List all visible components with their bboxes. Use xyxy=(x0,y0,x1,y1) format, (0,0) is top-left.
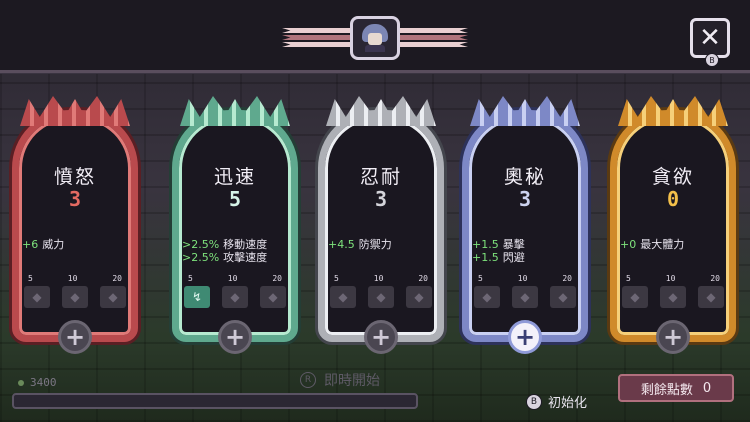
close-button-hint: B xyxy=(705,53,719,67)
r-button-hint-icon: R xyxy=(300,372,316,388)
remaining-points-label: 剩餘點數 xyxy=(640,382,693,398)
add-point-button[interactable]: + xyxy=(58,320,92,354)
card-anger: 憤怒 3 +6 威力 5 10 20 ◆ ◆ ◆ + xyxy=(6,92,144,354)
card-title: 奧秘 xyxy=(503,166,546,188)
add-point-button[interactable]: + xyxy=(218,320,252,354)
card-bonus-list: +0 最大體力 xyxy=(620,238,736,251)
card-crown-decoration xyxy=(470,96,580,126)
remaining-points: 剩餘點數 0 xyxy=(618,374,734,402)
card-level: 3 xyxy=(374,187,388,211)
banner-right-decoration xyxy=(398,22,468,52)
banner-left-decoration xyxy=(282,22,352,52)
bonus-row: +6 威力 xyxy=(22,238,65,251)
locked-skill-icon: ◆ xyxy=(62,286,88,308)
locked-skill-icon: ◆ xyxy=(260,286,286,308)
instant-start-label: 即時開始 xyxy=(324,373,380,389)
milestone-slots: ◆ ◆ ◆ xyxy=(474,286,576,308)
add-point-button[interactable]: + xyxy=(364,320,398,354)
bonus-row: +4.5 防禦力 xyxy=(328,238,392,251)
close-icon: ✕ xyxy=(699,23,721,53)
plus-icon: + xyxy=(370,323,392,351)
unlocked-skill-icon: ↯ xyxy=(184,286,210,308)
card-bonus-list: +6 威力 xyxy=(22,238,138,251)
locked-skill-icon: ◆ xyxy=(406,286,432,308)
locked-skill-icon: ◆ xyxy=(222,286,248,308)
locked-skill-icon: ◆ xyxy=(698,286,724,308)
plus-icon: + xyxy=(514,323,536,351)
milestone-ticks: 5 10 20 xyxy=(188,274,282,283)
card-level: 5 xyxy=(228,187,242,211)
card-greed: 貪欲 0 +0 最大體力 5 10 20 ◆ ◆ ◆ + xyxy=(604,92,742,354)
bonus-row: +1.5 閃避 xyxy=(472,251,525,264)
card-bonus-list: >2.5% 移動速度 >2.5% 攻擊速度 xyxy=(182,238,298,264)
card-swift: 迅速 5 >2.5% 移動速度 >2.5% 攻擊速度 5 10 20 ↯ ◆ ◆ + xyxy=(166,92,304,354)
plus-icon: + xyxy=(224,323,246,351)
locked-skill-icon: ◆ xyxy=(100,286,126,308)
card-crown-decoration xyxy=(180,96,290,126)
add-point-button[interactable]: + xyxy=(656,320,690,354)
milestone-slots: ↯ ◆ ◆ xyxy=(184,286,286,308)
b-button-hint-icon: B xyxy=(526,393,542,410)
locked-skill-icon: ◆ xyxy=(622,286,648,308)
locked-skill-icon: ◆ xyxy=(368,286,394,308)
locked-skill-icon: ◆ xyxy=(512,286,538,308)
milestone-ticks: 5 10 20 xyxy=(626,274,720,283)
instant-start-button[interactable]: R 即時開始 xyxy=(300,370,380,390)
milestone-ticks: 5 10 20 xyxy=(334,274,428,283)
locked-skill-icon: ◆ xyxy=(660,286,686,308)
locked-skill-icon: ◆ xyxy=(474,286,500,308)
card-level: 3 xyxy=(68,187,82,211)
card-arcane: 奧秘 3 +1.5 暴擊 +1.5 閃避 5 10 20 ◆ ◆ ◆ + xyxy=(456,92,594,354)
milestone-ticks: 5 10 20 xyxy=(28,274,122,283)
remaining-points-value: 0 xyxy=(702,380,712,396)
card-bonus-list: +4.5 防禦力 xyxy=(328,238,444,251)
card-title: 憤怒 xyxy=(53,166,96,188)
progress-bar xyxy=(12,393,418,409)
card-crown-decoration xyxy=(326,96,436,126)
character-portrait-icon xyxy=(350,16,400,60)
card-title: 迅速 xyxy=(213,166,256,188)
bonus-row: +0 最大體力 xyxy=(620,238,685,251)
milestone-slots: ◆ ◆ ◆ xyxy=(24,286,126,308)
card-bonus-list: +1.5 暴擊 +1.5 閃避 xyxy=(472,238,588,264)
add-point-button[interactable]: + xyxy=(508,320,542,354)
plus-icon: + xyxy=(64,323,86,351)
reset-button[interactable]: B 初始化 xyxy=(526,392,587,411)
milestone-slots: ◆ ◆ ◆ xyxy=(622,286,724,308)
gold-count: 3400 xyxy=(18,376,57,389)
gold-icon xyxy=(18,379,24,386)
card-level: 0 xyxy=(666,187,680,211)
locked-skill-icon: ◆ xyxy=(330,286,356,308)
plus-icon: + xyxy=(662,323,684,351)
bonus-row: +1.5 暴擊 xyxy=(472,238,525,251)
close-button[interactable]: ✕ xyxy=(690,18,730,58)
card-endurance: 忍耐 3 +4.5 防禦力 5 10 20 ◆ ◆ ◆ + xyxy=(312,92,450,354)
bonus-row: >2.5% 攻擊速度 xyxy=(182,251,268,264)
reset-label: 初始化 xyxy=(548,396,588,411)
card-title: 忍耐 xyxy=(359,166,402,188)
bonus-row: >2.5% 移動速度 xyxy=(182,238,268,251)
locked-skill-icon: ◆ xyxy=(24,286,50,308)
milestone-slots: ◆ ◆ ◆ xyxy=(330,286,432,308)
card-crown-decoration xyxy=(20,96,130,126)
locked-skill-icon: ◆ xyxy=(550,286,576,308)
card-crown-decoration xyxy=(618,96,728,126)
card-level: 3 xyxy=(518,187,532,211)
milestone-ticks: 5 10 20 xyxy=(478,274,572,283)
card-title: 貪欲 xyxy=(651,166,694,188)
